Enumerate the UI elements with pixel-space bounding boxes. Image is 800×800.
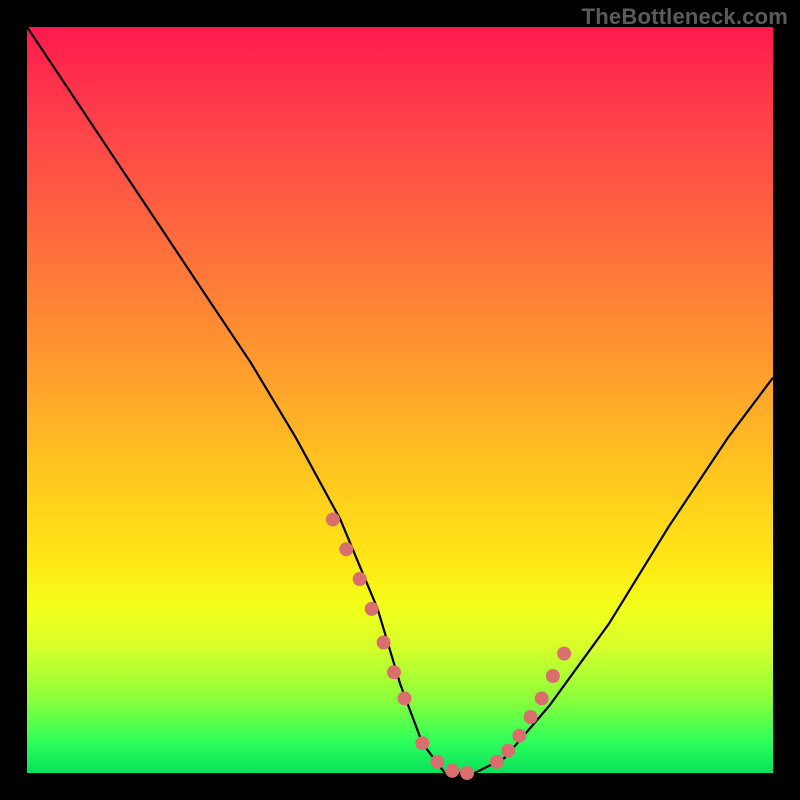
bottleneck-curve <box>27 27 773 773</box>
chart-frame: TheBottleneck.com <box>0 0 800 800</box>
highlight-dot <box>557 647 571 661</box>
highlight-dot <box>430 755 444 769</box>
highlight-dot <box>445 764 459 778</box>
highlight-dot <box>387 665 401 679</box>
highlight-dot <box>365 602 379 616</box>
highlight-dot <box>353 572 367 586</box>
highlight-dot <box>326 512 340 526</box>
chart-svg <box>27 27 773 773</box>
highlight-dots <box>326 512 571 780</box>
watermark-text: TheBottleneck.com <box>582 4 788 30</box>
plot-area <box>27 27 773 773</box>
highlight-dot <box>460 766 474 780</box>
highlight-dot <box>398 691 412 705</box>
highlight-dot <box>339 542 353 556</box>
highlight-dot <box>415 736 429 750</box>
highlight-dot <box>377 636 391 650</box>
highlight-dot <box>546 669 560 683</box>
highlight-dot <box>512 729 526 743</box>
highlight-dot <box>524 710 538 724</box>
highlight-dot <box>501 744 515 758</box>
highlight-dot <box>490 755 504 769</box>
highlight-dot <box>535 691 549 705</box>
